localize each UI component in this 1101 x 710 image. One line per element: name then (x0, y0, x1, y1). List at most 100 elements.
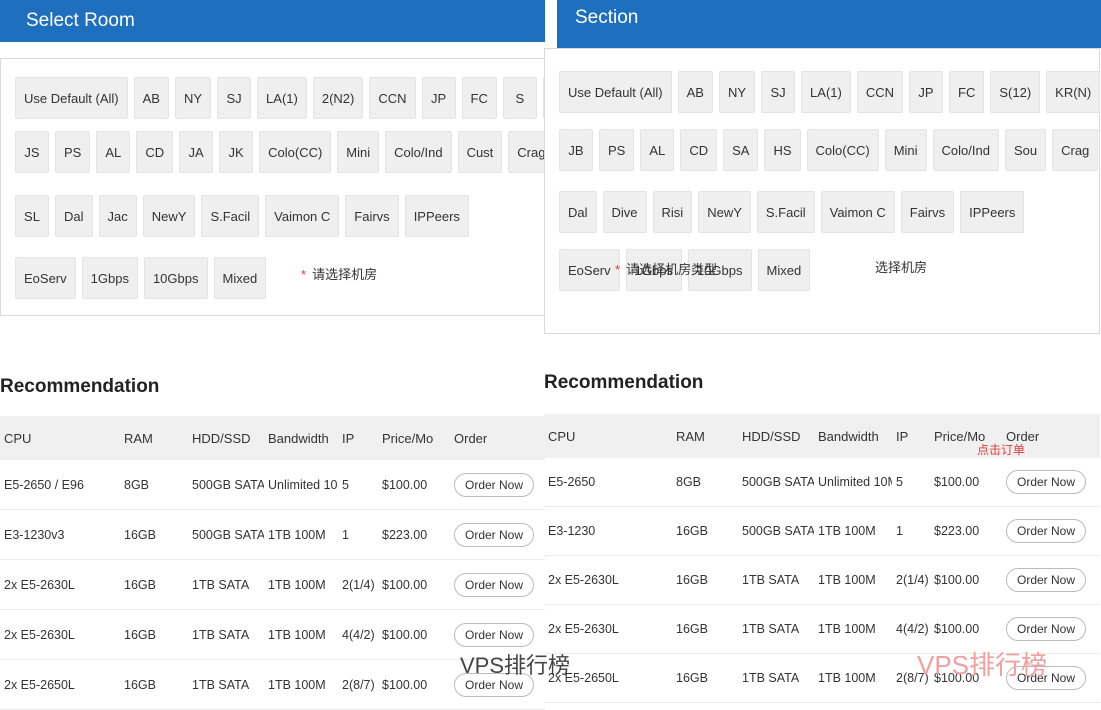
right-filter-chip[interactable]: NY (718, 71, 756, 113)
left-filter-chip[interactable]: PS (55, 131, 91, 173)
right-cell-cpu: 2x E5-2630L (544, 604, 672, 654)
right-filter-chip[interactable]: S(12) (990, 71, 1041, 113)
left-filter-box: Use Default (All) AB NY SJ LA(1) 2(N2) CCN JP FC… (0, 58, 638, 316)
left-filter-chip[interactable]: Mini (337, 131, 380, 173)
right-filter-chip[interactable]: PS (599, 129, 635, 171)
left-filter-chip[interactable]: S.Facil (201, 195, 260, 237)
right-filter-chip[interactable]: Fairvs (900, 191, 955, 233)
left-filter-chip[interactable]: Vaimon C (265, 195, 340, 237)
left-filter-chip[interactable]: FC (461, 77, 497, 119)
right-filter-chip[interactable]: JB (559, 129, 593, 171)
left-filter-chip[interactable]: JS (15, 131, 49, 173)
left-column-header: RAM (120, 416, 188, 460)
left-filter-chip[interactable]: Dal (55, 195, 93, 237)
hint-text: 请选择机房类型 (626, 262, 718, 277)
right-filter-chip[interactable]: Risi (652, 191, 693, 233)
left-cell-price: $100.00 (378, 559, 450, 610)
left-cell-price: $223.00 (378, 509, 450, 560)
right-filter-chip[interactable]: Mixed (757, 249, 811, 291)
left-filter-chip[interactable]: Jac (98, 195, 137, 237)
right-filter-row: Dal Dive Risi NewY S.Facil Vaimon C Fairvs IPPe… (559, 191, 1025, 233)
left-filter-chip[interactable]: Use Default (All) (15, 77, 128, 119)
order-now-button[interactable]: Order Now (454, 622, 535, 647)
right-filter-chip[interactable]: SA (723, 129, 759, 171)
right-cell-ram: 16GB (672, 604, 738, 654)
left-filter-chip[interactable]: Colo(CC) (259, 131, 332, 173)
left-filter-chip[interactable]: SJ (217, 77, 252, 119)
right-filter-chip[interactable]: Mini (884, 129, 927, 171)
left-cell-ram: 16GB (120, 609, 188, 660)
left-filter-chip[interactable]: CCN (369, 77, 416, 119)
required-mark: * (301, 267, 307, 282)
right-filter-chip[interactable]: FC (949, 71, 985, 113)
left-filter-chip[interactable]: Colo/Ind (385, 131, 452, 173)
order-now-button[interactable]: Order Now (1006, 519, 1087, 543)
right-cell-ram: 8GB (672, 458, 738, 507)
left-filter-chip[interactable]: S (502, 77, 537, 119)
right-cell-cpu: 2x E5-2630L (544, 555, 672, 605)
right-filter-chip[interactable]: Dal (559, 191, 597, 233)
left-filter-chip[interactable]: JA (179, 131, 214, 173)
left-cell-cpu: 2x E5-2650L (0, 659, 120, 710)
right-cell-disk: 1TB SATA (738, 555, 814, 605)
right-cell-price: $100.00 (930, 555, 1002, 605)
left-filter-chip[interactable]: SL (15, 195, 49, 237)
right-filter-chip[interactable]: SJ (761, 71, 796, 113)
left-table-row: E3-1230v3 16GB 500GB SATA 1TB 100M 1 $223.00 O… (0, 509, 545, 560)
right-cell-price: $100.00 (930, 653, 1002, 703)
order-now-button[interactable]: Order Now (454, 572, 535, 597)
left-filter-chip[interactable]: Cust (457, 131, 503, 173)
left-cell-cpu: 2x E5-2630L (0, 609, 120, 660)
left-filter-chip[interactable]: EoServ (15, 257, 76, 299)
right-filter-chip[interactable]: Crag (1052, 129, 1099, 171)
right-filter-chip[interactable]: JP (909, 71, 944, 113)
order-now-button[interactable]: Order Now (454, 522, 535, 547)
order-now-button[interactable]: Order Now (454, 472, 535, 497)
right-filter-chip[interactable]: Sou (1004, 129, 1047, 171)
left-filter-row: JS PS AL CD JA JK Colo(CC) Mini Colo/Ind Cust Crag (15, 131, 555, 173)
order-now-button[interactable]: Order Now (1006, 666, 1087, 690)
right-filter-chip[interactable]: AL (640, 129, 675, 171)
left-filter-chip[interactable]: JP (421, 77, 456, 119)
left-filter-chip[interactable]: CD (136, 131, 174, 173)
right-filter-chip[interactable]: EoServ (559, 249, 620, 291)
right-filter-chip[interactable]: HS (764, 129, 801, 171)
right-filter-chip[interactable]: Colo/Ind (932, 129, 999, 171)
left-filter-chip[interactable]: LA(1) (257, 77, 307, 119)
left-filter-chip[interactable]: 1Gbps (81, 257, 138, 299)
left-filter-chip[interactable]: AL (96, 131, 131, 173)
right-cell-price: $100.00 (930, 604, 1002, 654)
right-filter-chip[interactable]: Use Default (All) (559, 71, 672, 113)
order-now-button[interactable]: Order Now (1006, 470, 1087, 494)
order-now-button[interactable]: Order Now (1006, 617, 1087, 641)
order-now-button[interactable]: Order Now (1006, 568, 1087, 592)
right-cell-ram: 16GB (672, 506, 738, 556)
right-column-header: RAM (672, 414, 738, 458)
left-filter-chip[interactable]: IPPeers (404, 195, 469, 237)
right-filter-chip[interactable]: LA(1) (801, 71, 851, 113)
left-filter-chip[interactable]: NY (174, 77, 212, 119)
right-filter-chip[interactable]: Colo(CC) (806, 129, 879, 171)
right-header: Section (557, 0, 1101, 48)
right-column-header: Bandwidth (814, 414, 892, 458)
right-filter-chip[interactable]: Vaimon C (820, 191, 895, 233)
left-filter-chip[interactable]: Mixed (213, 257, 267, 299)
left-filter-chip[interactable]: NewY (142, 195, 196, 237)
left-filter-chip[interactable]: JK (219, 131, 254, 173)
order-now-button[interactable]: Order Now (454, 672, 535, 697)
right-filter-chip[interactable]: S.Facil (756, 191, 815, 233)
right-filter-chip[interactable]: AB (677, 71, 713, 113)
right-filter-chip[interactable]: CCN (856, 71, 904, 113)
right-filter-chip[interactable]: Dive (602, 191, 647, 233)
left-filter-chip[interactable]: AB (133, 77, 169, 119)
left-cell-order: Order Now (450, 609, 545, 660)
left-filter-chip[interactable]: Fairvs (345, 195, 399, 237)
right-filter-chip[interactable]: CD (680, 129, 718, 171)
left-filter-chip[interactable]: 2(N2) (312, 77, 364, 119)
left-filter-chip[interactable]: 10Gbps (143, 257, 208, 299)
right-filter-row: Use Default (All) AB NY SJ LA(1) CCN JP FC S(12)… (559, 71, 1101, 113)
right-filter-chip[interactable]: NewY (698, 191, 751, 233)
right-filter-chip[interactable]: IPPeers (960, 191, 1025, 233)
right-cell-ram: 16GB (672, 555, 738, 605)
right-filter-chip[interactable]: KR(N) (1046, 71, 1101, 113)
